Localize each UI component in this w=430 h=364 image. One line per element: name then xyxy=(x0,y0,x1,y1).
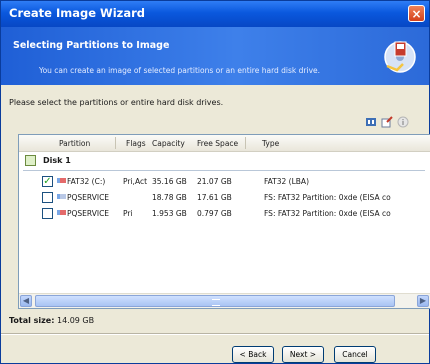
close-icon: × xyxy=(411,7,422,21)
partition-icon xyxy=(57,194,66,199)
scroll-left-button[interactable]: ◀ xyxy=(20,295,32,307)
horizontal-scrollbar[interactable]: ◀ ▶ xyxy=(19,293,430,308)
partition-name: PQSERVICE xyxy=(67,209,110,218)
list-toolbar xyxy=(365,116,425,130)
partition-checkbox[interactable] xyxy=(42,192,53,203)
partition-type: FAT32 (LBA) xyxy=(264,177,309,186)
next-button[interactable]: Next > xyxy=(282,346,324,363)
window-title: Create Image Wizard xyxy=(9,6,146,20)
chevron-right-icon: ▶ xyxy=(419,296,427,305)
scroll-right-button[interactable]: ▶ xyxy=(417,295,429,307)
column-header-row: Partition Flags Capacity Free Space Type xyxy=(19,135,430,152)
partition-flags: Pri xyxy=(123,209,133,218)
column-capacity[interactable]: Capacity xyxy=(152,139,185,148)
total-size-label: Total size: xyxy=(9,316,55,325)
instruction-text: Please select the partitions or entire h… xyxy=(9,98,224,107)
partition-icon xyxy=(57,178,66,183)
partition-row[interactable]: ✓ FAT32 (C:) Pri,Act 35.16 GB 21.07 GB F… xyxy=(19,175,430,189)
partition-type: FS: FAT32 Partition: 0xde (EISA co xyxy=(264,193,391,202)
partition-name: PQSERVICE xyxy=(67,193,110,202)
partition-checkbox[interactable] xyxy=(42,208,53,219)
partition-free-space: 21.07 GB xyxy=(197,177,232,186)
partition-type: FS: FAT32 Partition: 0xde (EISA co xyxy=(264,209,391,218)
wizard-header: Selecting Partitions to Image You can cr… xyxy=(1,27,429,85)
back-button[interactable]: < Back xyxy=(232,346,274,363)
partition-free-space: 17.61 GB xyxy=(197,193,232,202)
column-type[interactable]: Type xyxy=(262,139,279,148)
total-size: Total size: 14.09 GB xyxy=(9,316,94,325)
disk-select-box[interactable] xyxy=(25,155,36,166)
button-divider xyxy=(1,333,429,335)
partition-capacity: 18.78 GB xyxy=(152,193,187,202)
column-partition[interactable]: Partition xyxy=(59,139,90,148)
partition-row[interactable]: PQSERVICE 18.78 GB 17.61 GB FS: FAT32 Pa… xyxy=(19,191,430,205)
partition-capacity: 35.16 GB xyxy=(152,177,187,186)
column-flags[interactable]: Flags xyxy=(126,139,146,148)
column-free-space[interactable]: Free Space xyxy=(197,139,238,148)
properties-icon[interactable] xyxy=(365,116,377,128)
partition-icon xyxy=(57,210,66,215)
partition-row[interactable]: PQSERVICE Pri 1.953 GB 0.797 GB FS: FAT3… xyxy=(19,207,430,221)
info-icon[interactable] xyxy=(397,116,409,128)
step-subtitle: You can create an image of selected part… xyxy=(39,66,321,75)
create-image-wizard-window: Create Image Wizard × Selecting Partitio… xyxy=(0,0,430,364)
partition-list[interactable]: Partition Flags Capacity Free Space Type… xyxy=(18,134,430,309)
partition-name: FAT32 (C:) xyxy=(67,177,106,186)
disk-image-icon xyxy=(384,41,416,73)
disk-label: Disk 1 xyxy=(43,156,71,165)
partition-flags: Pri,Act xyxy=(123,177,148,186)
divider xyxy=(23,170,425,171)
title-bar[interactable]: Create Image Wizard × xyxy=(1,1,429,27)
partition-checkbox[interactable]: ✓ xyxy=(42,176,53,187)
close-button[interactable]: × xyxy=(408,5,425,22)
partition-capacity: 1.953 GB xyxy=(152,209,187,218)
chevron-left-icon: ◀ xyxy=(22,296,30,305)
checkmark-icon: ✓ xyxy=(43,176,52,187)
edit-icon[interactable] xyxy=(381,116,393,128)
scroll-thumb[interactable] xyxy=(35,295,395,307)
cancel-button[interactable]: Cancel xyxy=(334,346,376,363)
step-title: Selecting Partitions to Image xyxy=(13,40,170,51)
partition-free-space: 0.797 GB xyxy=(197,209,232,218)
total-size-value: 14.09 GB xyxy=(56,316,95,325)
